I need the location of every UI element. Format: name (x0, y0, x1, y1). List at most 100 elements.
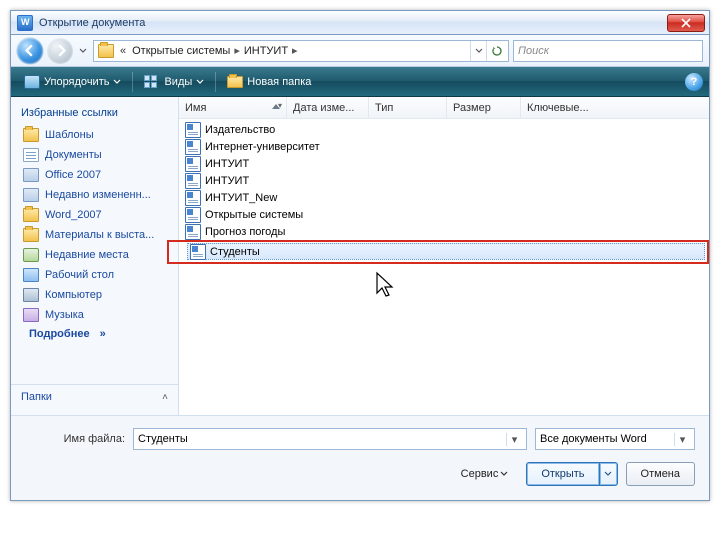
file-row[interactable]: Интернет-университет (183, 138, 705, 155)
sidebar-item[interactable]: Шаблоны (11, 125, 178, 145)
new-folder-button[interactable]: Новая папка (220, 72, 318, 92)
sidebar-item-label: Недавние места (45, 249, 129, 261)
sidebar-item[interactable]: Рабочий стол (11, 265, 178, 285)
sidebar-header: Избранные ссылки (11, 103, 178, 125)
chevron-down-icon (196, 79, 204, 85)
breadcrumb-separator: ▸ (232, 44, 242, 57)
cursor-icon (375, 271, 397, 299)
filename-label: Имя файла: (25, 433, 125, 445)
word-doc-icon (185, 224, 201, 240)
filename-combo[interactable]: Студенты ▾ (133, 428, 527, 450)
views-icon (144, 75, 160, 89)
sidebar-item-label: Документы (45, 149, 102, 161)
sidebar-item[interactable]: Компьютер (11, 285, 178, 305)
folder-icon (98, 44, 114, 58)
sidebar-item-label: Компьютер (45, 289, 102, 301)
word-doc-icon (185, 190, 201, 206)
sidebar-item[interactable]: Недавно измененн... (11, 185, 178, 205)
views-button[interactable]: Виды (137, 71, 211, 93)
close-button[interactable] (667, 14, 705, 32)
word-doc-icon (185, 173, 201, 189)
sidebar-item[interactable]: Материалы к выста... (11, 225, 178, 245)
search-icon (23, 188, 39, 202)
file-row[interactable]: ИНТУИТ (183, 155, 705, 172)
word-doc-icon (185, 122, 201, 138)
open-button[interactable]: Открыть (526, 462, 599, 486)
open-label: Открыть (541, 468, 584, 480)
chevron-down-icon (113, 79, 121, 85)
recent-icon (23, 248, 39, 262)
file-name: Издательство (205, 124, 275, 136)
file-row[interactable]: Открытые системы (183, 206, 705, 223)
file-name: ИНТУИТ_New (205, 192, 277, 204)
sidebar-item-label: Музыка (45, 309, 84, 321)
filter-value: Все документы Word (540, 433, 674, 445)
column-keywords[interactable]: Ключевые... (521, 97, 609, 118)
chevron-down-icon (79, 48, 87, 54)
address-dropdown[interactable] (470, 41, 486, 61)
word-doc-icon (185, 139, 201, 155)
sidebar-item-label: Недавно измененн... (45, 189, 151, 201)
chevron-down-icon (475, 48, 483, 54)
refresh-icon (491, 45, 503, 57)
chevron-right-icon: » (100, 328, 106, 340)
breadcrumb-seg-2[interactable]: ИНТУИТ (242, 45, 290, 57)
sidebar-item[interactable]: Документы (11, 145, 178, 165)
breadcrumb-separator: ▸ (290, 44, 300, 57)
cancel-label: Отмена (641, 468, 680, 480)
column-date[interactable]: Дата изме... (287, 97, 369, 118)
word-app-icon (17, 15, 33, 31)
search-input[interactable]: Поиск (513, 40, 703, 62)
filetype-filter-combo[interactable]: Все документы Word ▾ (535, 428, 695, 450)
column-size[interactable]: Размер (447, 97, 521, 118)
back-button[interactable] (17, 38, 43, 64)
open-dialog: Открытие документа « Открытые системы ▸ … (10, 10, 710, 501)
word-doc-icon (185, 207, 201, 223)
column-name[interactable]: Имя (179, 97, 287, 118)
dialog-body: Избранные ссылки Шаблоны Документы Office … (11, 97, 709, 415)
arrow-right-icon (54, 44, 67, 57)
folder-icon (23, 128, 39, 142)
refresh-button[interactable] (486, 41, 506, 61)
tools-label: Сервис (461, 468, 499, 480)
file-row[interactable]: ИНТУИТ (183, 172, 705, 189)
sidebar-item-label: Word_2007 (45, 209, 102, 221)
breadcrumb-seg-1[interactable]: Открытые системы (130, 45, 232, 57)
nav-history-dropdown[interactable] (77, 40, 89, 62)
sidebar-item[interactable]: Word_2007 (11, 205, 178, 225)
chevron-down-icon: ▾ (674, 433, 690, 446)
sidebar-item[interactable]: Музыка (11, 305, 178, 325)
forward-button[interactable] (47, 38, 73, 64)
sidebar-item[interactable]: Недавние места (11, 245, 178, 265)
cancel-button[interactable]: Отмена (626, 462, 695, 486)
navbar: « Открытые системы ▸ ИНТУИТ ▸ Поиск (11, 35, 709, 67)
column-headers: Имя Дата изме... Тип Размер Ключевые... (179, 97, 709, 119)
address-breadcrumb[interactable]: « Открытые системы ▸ ИНТУИТ ▸ (93, 40, 509, 62)
open-split-button: Открыть (526, 462, 617, 486)
sidebar-item[interactable]: Office 2007 (11, 165, 178, 185)
open-dropdown[interactable] (600, 462, 618, 486)
file-name: Интернет-университет (205, 141, 320, 153)
column-type[interactable]: Тип (369, 97, 447, 118)
file-row[interactable]: Прогноз погоды (183, 223, 705, 240)
sidebar-more-label: Подробнее (29, 328, 90, 340)
file-name: ИНТУИТ (205, 158, 249, 170)
file-row[interactable]: ИНТУИТ_New (183, 189, 705, 206)
help-button[interactable]: ? (685, 73, 703, 91)
search-icon (23, 168, 39, 182)
file-row[interactable]: Издательство (183, 121, 705, 138)
separator (132, 72, 133, 92)
breadcrumb-overflow[interactable]: « (116, 45, 130, 57)
tools-menu[interactable]: Сервис (461, 468, 509, 480)
chevron-down-icon (604, 471, 612, 477)
sidebar-more[interactable]: Подробнее » (11, 325, 178, 343)
dialog-title: Открытие документа (39, 17, 667, 29)
filename-value: Студенты (138, 433, 506, 445)
file-row-selected[interactable]: Студенты (187, 243, 705, 260)
sidebar-folders-toggle[interactable]: Папки ˄ (11, 384, 178, 409)
organize-button[interactable]: Упорядочить (17, 71, 128, 93)
file-name: Открытые системы (205, 209, 303, 221)
dialog-footer: Имя файла: Студенты ▾ Все документы Word… (11, 415, 709, 500)
computer-icon (23, 288, 39, 302)
word-doc-icon (185, 156, 201, 172)
